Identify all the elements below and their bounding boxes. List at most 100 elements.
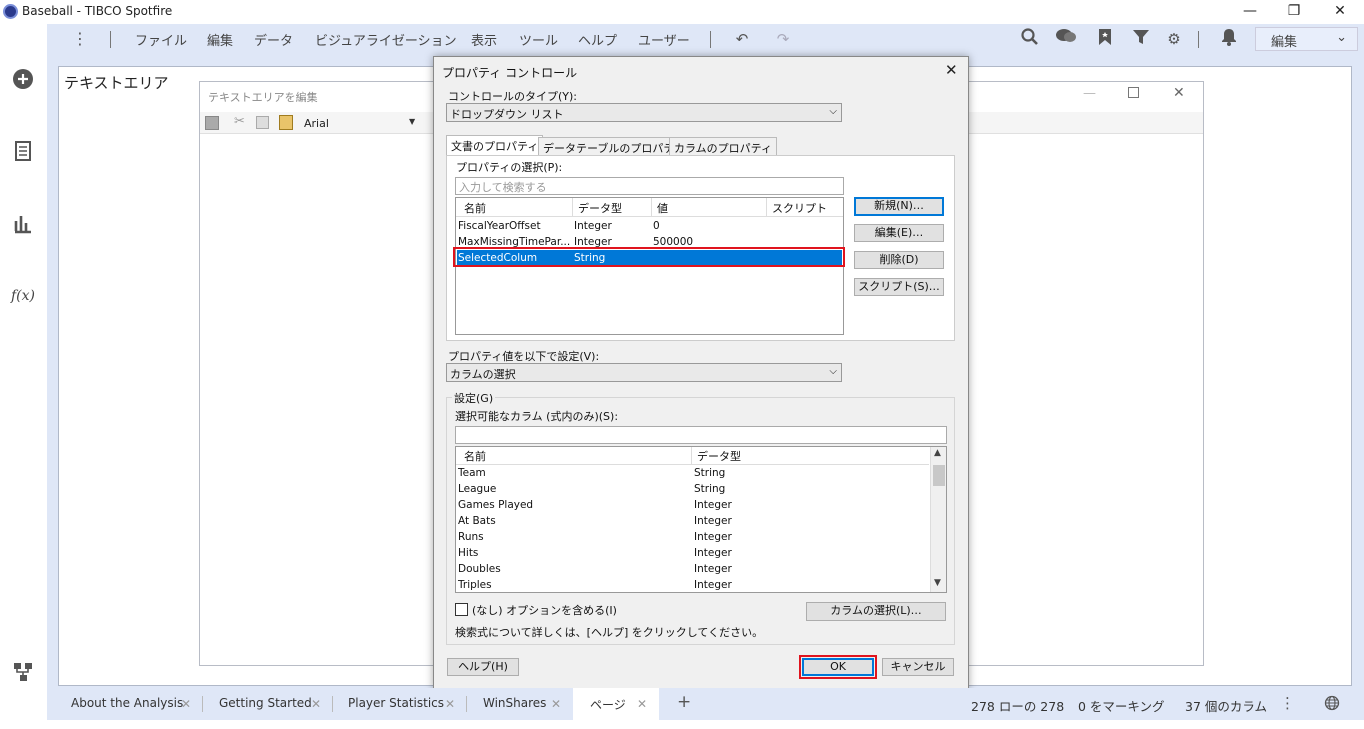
- title-bar: [0, 0, 1364, 24]
- scroll-up-icon[interactable]: ▲: [934, 448, 941, 458]
- edit-property-button[interactable]: 編集(E)…: [854, 224, 944, 242]
- control-type-select[interactable]: ドロップダウン リスト ⌵: [446, 103, 842, 122]
- highlight-ok-button: [799, 655, 877, 679]
- restore-button[interactable]: ❐: [1284, 2, 1304, 20]
- menu-separator: [110, 31, 111, 48]
- column-header-script[interactable]: スクリプト: [772, 200, 827, 216]
- page-tab-label: ページ: [590, 698, 626, 712]
- selectable-columns-expression-input[interactable]: [455, 426, 947, 444]
- scroll-down-icon[interactable]: ▼: [934, 578, 941, 588]
- page-tab-winshares[interactable]: WinShares: [483, 688, 546, 720]
- property-search-input[interactable]: 入力して検索する: [455, 177, 844, 195]
- more-vertical-icon[interactable]: ⋮: [72, 29, 88, 49]
- cancel-button[interactable]: キャンセル: [882, 658, 954, 676]
- left-sidebar: [0, 24, 47, 729]
- list-item[interactable]: At Bats Integer: [456, 514, 929, 530]
- list-item[interactable]: Team String: [456, 466, 929, 482]
- visualization-icon[interactable]: [11, 211, 35, 235]
- list-item[interactable]: Hits Integer: [456, 546, 929, 562]
- columns-scrollbar[interactable]: ▲ ▼: [930, 447, 946, 592]
- redo-icon[interactable]: ↷: [772, 28, 794, 50]
- page-tab-getting-started[interactable]: Getting Started: [219, 688, 312, 720]
- column-header-name[interactable]: 名前: [464, 448, 486, 464]
- include-none-label: (なし) オプションを含める(I): [472, 604, 617, 617]
- page-tab-page[interactable]: ページ: [590, 688, 626, 720]
- search-icon[interactable]: [1019, 28, 1041, 50]
- help-button[interactable]: ヘルプ(H): [447, 658, 519, 676]
- menu-edit[interactable]: 編集: [207, 30, 233, 49]
- script-button[interactable]: スクリプト(S)…: [854, 278, 944, 296]
- tab-separator: [332, 696, 333, 712]
- menu-help[interactable]: ヘルプ: [578, 30, 617, 49]
- page-tab-about[interactable]: About the Analysis: [71, 688, 183, 720]
- filter-icon[interactable]: [1130, 28, 1152, 50]
- spotfire-logo-icon: [3, 4, 18, 19]
- control-type-label: コントロールのタイプ(Y):: [448, 90, 578, 103]
- editor-close-button[interactable]: ✕: [1173, 85, 1185, 101]
- add-icon[interactable]: [11, 67, 35, 91]
- menu-view[interactable]: 表示: [471, 30, 497, 49]
- save-icon[interactable]: [205, 116, 219, 130]
- list-item[interactable]: Doubles Integer: [456, 562, 929, 578]
- function-icon[interactable]: f(x): [11, 285, 35, 309]
- data-canvas-icon[interactable]: [11, 660, 35, 684]
- scroll-thumb[interactable]: [933, 465, 945, 486]
- menu-visualization[interactable]: ビジュアライゼーション: [315, 30, 457, 49]
- column-header-type[interactable]: データ型: [697, 448, 741, 464]
- comments-icon[interactable]: [1055, 28, 1077, 50]
- data-table-icon[interactable]: [11, 139, 35, 163]
- gear-icon[interactable]: ⚙: [1163, 28, 1185, 50]
- minimize-button[interactable]: —: [1240, 2, 1260, 20]
- globe-icon[interactable]: [1324, 695, 1340, 714]
- menu-separator: [710, 31, 711, 48]
- delete-property-button[interactable]: 削除(D): [854, 251, 944, 269]
- editor-minimize-button[interactable]: —: [1083, 86, 1096, 101]
- column-header-value[interactable]: 値: [657, 200, 668, 216]
- menu-user[interactable]: ユーザー: [638, 30, 690, 49]
- tab-column-properties[interactable]: カラムのプロパティ: [669, 137, 778, 156]
- row-value: 0: [653, 220, 660, 232]
- menu-data[interactable]: データ: [254, 30, 293, 49]
- tab-document-properties[interactable]: 文書のプロパティ: [446, 135, 544, 156]
- column-name: Runs: [458, 531, 484, 543]
- select-columns-button[interactable]: カラムの選択(L)…: [806, 602, 946, 621]
- undo-icon[interactable]: ↶: [731, 28, 753, 50]
- list-item[interactable]: Triples Integer: [456, 578, 929, 592]
- tab-close-icon[interactable]: ✕: [181, 697, 191, 711]
- bookmark-icon[interactable]: [1094, 28, 1116, 50]
- font-dropdown-arrow-icon[interactable]: ▼: [409, 117, 415, 126]
- cut-icon[interactable]: ✂: [234, 114, 245, 129]
- column-header-type[interactable]: データ型: [578, 200, 622, 216]
- status-marked-count: 0 をマーキング: [1078, 699, 1165, 714]
- menu-file[interactable]: ファイル: [135, 30, 187, 49]
- close-window-button[interactable]: ✕: [1330, 2, 1350, 20]
- page-tab-label: Player Statistics: [348, 696, 445, 710]
- tab-datatable-properties[interactable]: データテーブルのプロパティ: [538, 137, 690, 156]
- column-name: Team: [458, 467, 486, 479]
- list-item[interactable]: Games Played Integer: [456, 498, 929, 514]
- dialog-close-button[interactable]: ✕: [945, 61, 958, 79]
- copy-icon[interactable]: [256, 116, 269, 129]
- add-page-button[interactable]: +: [677, 692, 691, 712]
- tab-close-icon[interactable]: ✕: [445, 697, 455, 711]
- menu-tools[interactable]: ツール: [519, 30, 558, 49]
- new-property-button[interactable]: 新規(N)…: [854, 197, 944, 216]
- chevron-down-icon: ⌵: [829, 106, 837, 117]
- tab-close-icon[interactable]: ✕: [637, 697, 647, 711]
- table-row[interactable]: FiscalYearOffset Integer 0: [456, 218, 843, 234]
- page-tab-player-statistics[interactable]: Player Statistics: [348, 688, 444, 720]
- editor-maximize-button[interactable]: [1128, 87, 1139, 98]
- columns-list[interactable]: 名前 データ型 Team String League String Games …: [455, 446, 947, 593]
- column-header-name[interactable]: 名前: [464, 200, 486, 216]
- mode-dropdown[interactable]: 編集 ⌄: [1255, 27, 1358, 51]
- paste-icon[interactable]: [279, 115, 293, 130]
- set-value-select[interactable]: カラムの選択 ⌵: [446, 363, 842, 382]
- more-vertical-icon[interactable]: ⋮: [1280, 694, 1295, 712]
- include-none-checkbox[interactable]: [455, 603, 468, 616]
- tab-close-icon[interactable]: ✕: [311, 697, 321, 711]
- tab-close-icon[interactable]: ✕: [551, 697, 561, 711]
- notification-bell-icon[interactable]: [1218, 28, 1240, 50]
- list-item[interactable]: Runs Integer: [456, 530, 929, 546]
- list-item[interactable]: League String: [456, 482, 929, 498]
- font-name-select[interactable]: Arial: [304, 117, 329, 130]
